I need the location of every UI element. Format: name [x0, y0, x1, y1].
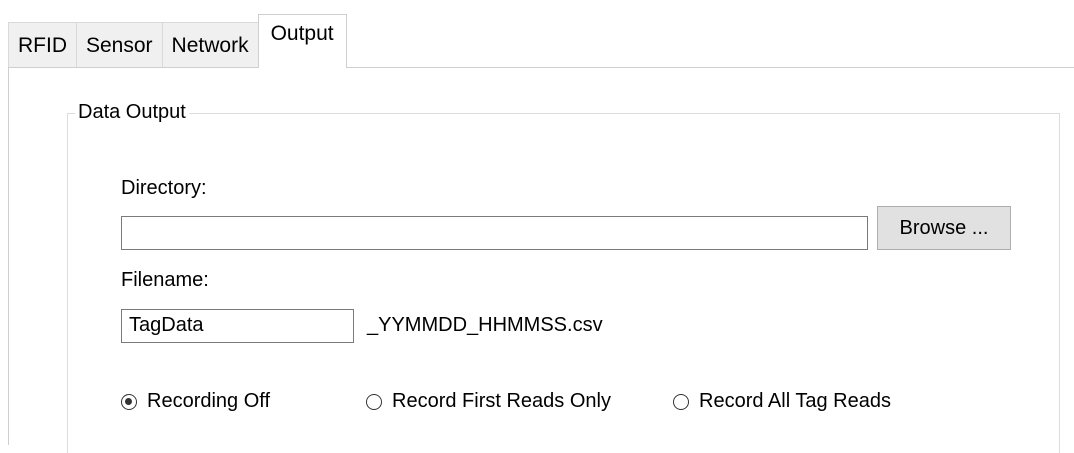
data-output-group-title: Data Output [75, 101, 189, 124]
tab-sensor[interactable]: Sensor [76, 22, 163, 68]
tab-rfid[interactable]: RFID [8, 22, 77, 68]
tab-output[interactable]: Output [257, 14, 347, 68]
browse-button[interactable]: Browse ... [877, 206, 1011, 250]
radio-record-first-reads-label: Record First Reads Only [392, 390, 611, 412]
filename-label: Filename: [121, 269, 209, 291]
directory-input[interactable] [121, 216, 868, 250]
radio-record-all-reads[interactable]: Record All Tag Reads [673, 390, 891, 413]
output-tab-panel: Data Output Directory: Browse ... Filena… [8, 67, 1074, 453]
radio-recording-off[interactable]: Recording Off [121, 390, 270, 413]
radio-selected-icon [121, 393, 137, 410]
directory-label: Directory: [121, 177, 207, 199]
radio-recording-off-label: Recording Off [147, 390, 271, 412]
radio-record-first-reads[interactable]: Record First Reads Only [366, 390, 611, 413]
data-output-group: Data Output Directory: Browse ... Filena… [67, 101, 1060, 453]
tab-strip: RFID Sensor Network Output [8, 14, 347, 68]
filename-input[interactable]: TagData [121, 309, 354, 343]
settings-window: RFID Sensor Network Output Data Output D… [8, 8, 1074, 453]
radio-unselected-icon [366, 393, 382, 410]
radio-record-all-reads-label: Record All Tag Reads [699, 390, 891, 412]
tab-network[interactable]: Network [161, 22, 259, 68]
radio-unselected-icon [673, 393, 689, 410]
filename-suffix: _YYMMDD_HHMMSS.csv [367, 314, 603, 336]
